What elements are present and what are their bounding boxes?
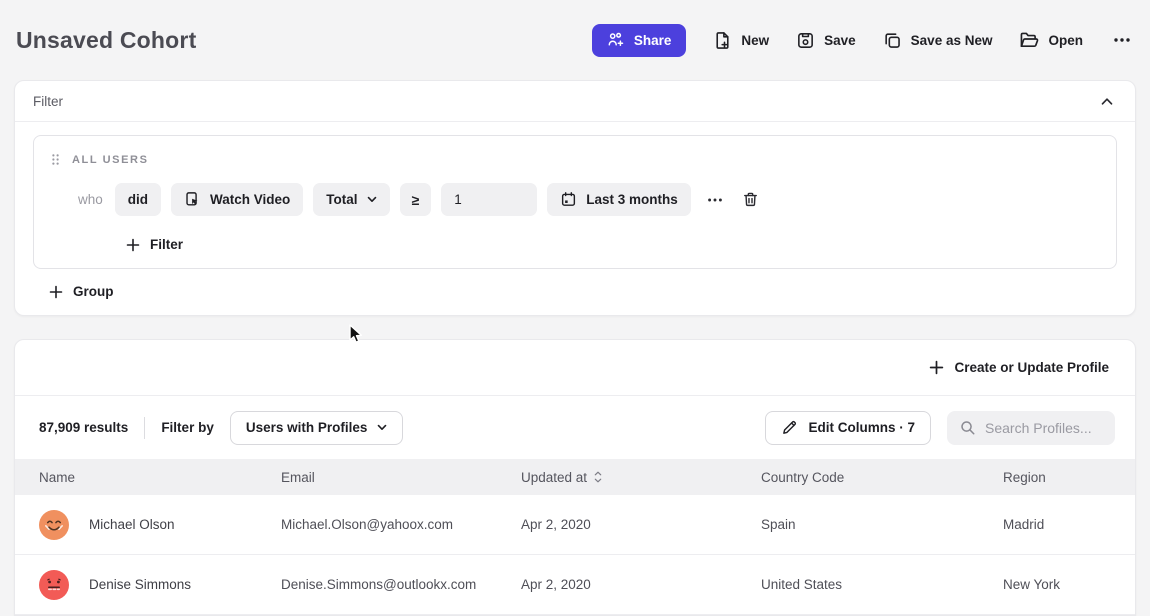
edit-columns-label: Edit Columns · 7 (808, 420, 915, 435)
date-range-label: Last 3 months (586, 192, 678, 207)
filter-panel: Filter ALL (14, 80, 1136, 316)
profiles-panel: Create or Update Profile 87,909 results … (14, 339, 1136, 616)
save-icon (796, 31, 815, 50)
filter-panel-title: Filter (33, 94, 63, 109)
ellipsis-icon (1112, 30, 1132, 50)
add-group-label: Group (73, 284, 114, 299)
profile-region: Madrid (1003, 517, 1135, 532)
collapse-filter-button[interactable] (1097, 93, 1117, 110)
plus-icon (49, 285, 63, 299)
create-profile-row: Create or Update Profile (15, 340, 1135, 396)
new-label: New (741, 33, 769, 48)
delete-filter-button[interactable] (739, 188, 762, 211)
sort-icon (594, 471, 602, 483)
profile-country-code: Spain (761, 517, 1003, 532)
save-as-new-label: Save as New (911, 33, 993, 48)
operator-button[interactable]: ≥ (400, 183, 432, 216)
column-header-email: Email (281, 470, 521, 485)
add-filter-label: Filter (150, 237, 183, 252)
date-range-button[interactable]: Last 3 months (547, 183, 691, 216)
drag-handle-icon (51, 153, 60, 166)
event-cursor-icon (184, 191, 201, 208)
table-header: Name Email Updated at Country Code Regio… (15, 459, 1135, 495)
profile-name: Denise Simmons (89, 577, 191, 592)
filter-group: ALL USERS who did Watch Video Total (33, 135, 1117, 269)
calendar-icon (560, 191, 577, 208)
filter-panel-header: Filter (15, 81, 1135, 122)
avatar (39, 570, 69, 600)
filter-group-header: ALL USERS (50, 149, 1100, 167)
profile-name: Michael Olson (89, 517, 175, 532)
pencil-icon (781, 419, 798, 436)
folder-open-icon (1019, 30, 1039, 50)
profile-name-cell: Denise Simmons (39, 570, 281, 600)
table-row[interactable]: Michael Olson Michael.Olson@yahoox.com A… (15, 495, 1135, 555)
profile-updated-at: Apr 2, 2020 (521, 577, 761, 592)
chevron-down-icon (377, 424, 387, 431)
column-header-country-code: Country Code (761, 470, 1003, 485)
profile-email: Denise.Simmons@outlookx.com (281, 577, 521, 592)
search-profiles-input[interactable] (985, 420, 1103, 436)
open-label: Open (1048, 33, 1083, 48)
plus-icon (126, 238, 140, 252)
filter-row: who did Watch Video Total (78, 183, 1100, 216)
open-button[interactable]: Open (1019, 30, 1083, 50)
value-input[interactable] (441, 183, 537, 216)
plus-icon (929, 360, 944, 375)
drag-handle[interactable] (50, 152, 61, 167)
profiles-controls: 87,909 results Filter by Users with Prof… (15, 396, 1135, 459)
avatar (39, 510, 69, 540)
toolbar: Share New Save (592, 24, 1134, 57)
profile-name-cell: Michael Olson (39, 510, 281, 540)
share-icon (607, 31, 625, 49)
did-button[interactable]: did (115, 183, 161, 216)
add-group-button[interactable]: Group (49, 284, 114, 299)
search-icon (959, 419, 976, 436)
chevron-down-icon (367, 196, 377, 203)
profile-filter-dropdown[interactable]: Users with Profiles (230, 411, 404, 445)
column-header-region: Region (1003, 470, 1135, 485)
save-button[interactable]: Save (796, 31, 856, 50)
save-as-new-button[interactable]: Save as New (883, 31, 993, 50)
header-more-button[interactable] (1110, 28, 1134, 52)
column-header-name: Name (39, 470, 281, 485)
table-row[interactable]: Denise Simmons Denise.Simmons@outlookx.c… (15, 555, 1135, 615)
add-filter-button[interactable]: Filter (126, 237, 183, 252)
copy-icon (883, 31, 902, 50)
aggregation-label: Total (326, 192, 357, 207)
profile-updated-at: Apr 2, 2020 (521, 517, 761, 532)
profile-email: Michael.Olson@yahoox.com (281, 517, 521, 532)
event-button[interactable]: Watch Video (171, 183, 303, 216)
header: Unsaved Cohort Share New (0, 0, 1150, 74)
filter-by-label: Filter by (161, 420, 214, 435)
aggregation-dropdown[interactable]: Total (313, 183, 389, 216)
group-label: ALL USERS (72, 154, 149, 166)
save-label: Save (824, 33, 856, 48)
divider (144, 417, 145, 439)
profile-region: New York (1003, 577, 1135, 592)
share-button[interactable]: Share (592, 24, 687, 57)
new-button[interactable]: New (713, 31, 769, 50)
ellipsis-icon (706, 191, 724, 209)
results-count: 87,909 results (39, 420, 128, 435)
trash-icon (742, 191, 759, 208)
search-box[interactable] (947, 411, 1115, 445)
who-label: who (78, 192, 103, 207)
new-file-icon (713, 31, 732, 50)
column-header-updated-at[interactable]: Updated at (521, 470, 761, 485)
event-label: Watch Video (210, 192, 290, 207)
filter-panel-body: ALL USERS who did Watch Video Total (15, 122, 1135, 315)
page-title: Unsaved Cohort (16, 27, 196, 54)
create-or-update-profile-label: Create or Update Profile (954, 360, 1109, 375)
filter-more-button[interactable] (703, 188, 727, 212)
chevron-up-icon (1101, 97, 1113, 106)
profiles-table: Name Email Updated at Country Code Regio… (15, 459, 1135, 615)
profile-country-code: United States (761, 577, 1003, 592)
share-label: Share (634, 33, 672, 48)
edit-columns-button[interactable]: Edit Columns · 7 (765, 411, 931, 445)
create-or-update-profile-button[interactable]: Create or Update Profile (929, 360, 1109, 375)
profile-filter-label: Users with Profiles (246, 420, 368, 435)
